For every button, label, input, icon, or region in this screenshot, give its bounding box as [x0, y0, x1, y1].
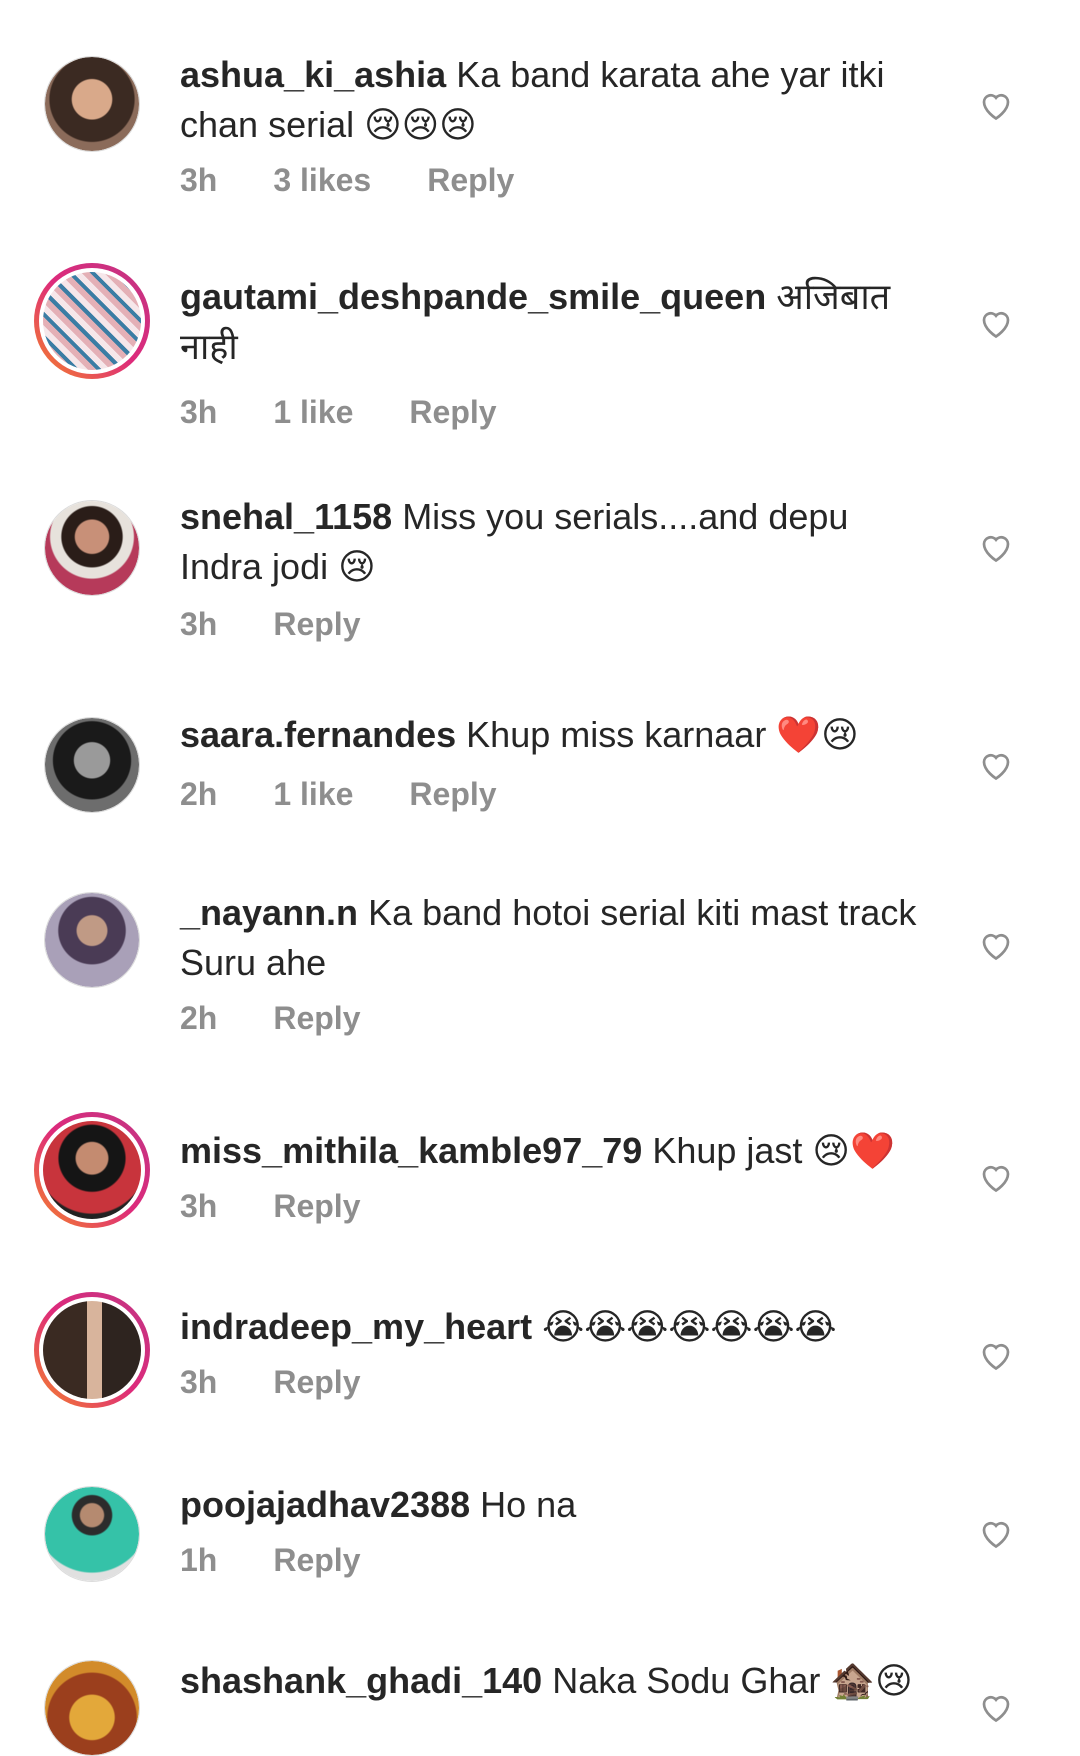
reply-button[interactable]: Reply	[409, 392, 496, 432]
avatar[interactable]	[44, 1660, 140, 1756]
heart-outline-icon[interactable]	[978, 88, 1014, 122]
comment-time: 3h	[180, 606, 218, 642]
comment-time: 2h	[180, 776, 218, 812]
heart-outline-icon[interactable]	[978, 1516, 1014, 1550]
comment-time: 3h	[180, 394, 218, 430]
comment-username[interactable]: ashua_ki_ashia	[180, 54, 446, 95]
comment-likes[interactable]: 1 like	[273, 392, 353, 432]
comment-time: 2h	[180, 1000, 218, 1036]
comment-text: Ho na	[480, 1484, 577, 1525]
avatar[interactable]	[44, 1486, 140, 1582]
heart-outline-icon[interactable]	[978, 530, 1014, 564]
comment-username[interactable]: miss_mithila_kamble97_79	[180, 1130, 642, 1171]
avatar[interactable]	[34, 1292, 150, 1408]
comment-likes[interactable]: 1 like	[273, 774, 353, 814]
comment-text: Naka Sodu Ghar 🏚️😢	[552, 1660, 913, 1701]
comment-text: Khup jast 😢❤️	[652, 1130, 895, 1171]
comment-username[interactable]: shashank_ghadi_140	[180, 1660, 542, 1701]
comment-username[interactable]: indradeep_my_heart	[180, 1306, 532, 1347]
heart-outline-icon[interactable]	[978, 748, 1014, 782]
reply-button[interactable]: Reply	[427, 160, 514, 200]
comment-time: 3h	[180, 1364, 218, 1400]
reply-button[interactable]: Reply	[273, 998, 360, 1038]
reply-button[interactable]: Reply	[273, 604, 360, 644]
comment-username[interactable]: gautami_deshpande_smile_queen	[180, 276, 766, 317]
reply-button[interactable]: Reply	[409, 774, 496, 814]
avatar[interactable]	[34, 1112, 150, 1228]
heart-outline-icon[interactable]	[978, 928, 1014, 962]
heart-outline-icon[interactable]	[978, 1690, 1014, 1724]
avatar[interactable]	[44, 717, 140, 813]
comment-time: 3h	[180, 162, 218, 198]
comment-likes[interactable]: 3 likes	[273, 160, 371, 200]
avatar[interactable]	[44, 500, 140, 596]
avatar[interactable]	[34, 263, 150, 379]
reply-button[interactable]: Reply	[273, 1186, 360, 1226]
avatar[interactable]	[44, 892, 140, 988]
comment-text: Khup miss karnaar ❤️😢	[466, 714, 859, 755]
avatar[interactable]	[44, 56, 140, 152]
reply-button[interactable]: Reply	[273, 1362, 360, 1402]
heart-outline-icon[interactable]	[978, 1160, 1014, 1194]
comment-username[interactable]: saara.fernandes	[180, 714, 456, 755]
comment-time: 3h	[180, 1188, 218, 1224]
comment-username[interactable]: poojajadhav2388	[180, 1484, 470, 1525]
reply-button[interactable]: Reply	[273, 1540, 360, 1580]
comment-time: 1h	[180, 1542, 218, 1578]
heart-outline-icon[interactable]	[978, 306, 1014, 340]
comment-text: 😭😭😭😭😭😭😭	[542, 1306, 837, 1347]
comment-username[interactable]: _nayann.n	[180, 892, 358, 933]
heart-outline-icon[interactable]	[978, 1338, 1014, 1372]
comment-username[interactable]: snehal_1158	[180, 496, 392, 537]
